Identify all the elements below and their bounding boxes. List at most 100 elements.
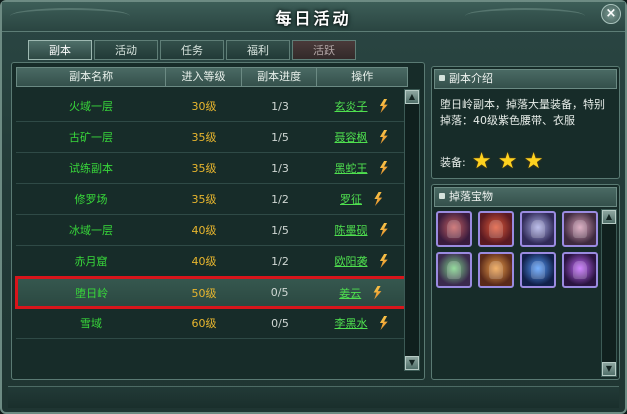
entry-level: 40级: [191, 255, 217, 268]
tab-active[interactable]: 活跃: [292, 40, 356, 60]
drop-header: 掉落宝物: [434, 187, 617, 207]
action-cell: 聂容枫: [318, 129, 408, 145]
belt-icon[interactable]: [478, 252, 514, 288]
dungeon-name: 冰域一层: [69, 224, 113, 237]
dungeon-name: 雪域: [80, 317, 102, 330]
intro-description: 堕日岭副本，掉落大量装备，特别掉落：40级紫色腰带、衣服: [440, 98, 605, 127]
tab-dungeon[interactable]: 副本: [28, 40, 92, 60]
action-cell: 罗征: [318, 191, 408, 207]
npc-link[interactable]: 李黑水: [335, 315, 368, 331]
dungeon-list-panel: 副本名称 进入等级 副本进度 操作 火域一层 30级 1/3 玄炎子 古矿一层 …: [11, 62, 425, 380]
bottom-frame: [8, 386, 619, 408]
dungeon-name: 火域一层: [69, 100, 113, 113]
fly-icon[interactable]: [376, 98, 392, 114]
table-row[interactable]: 冰域一层 40级 1/5 陈墨砚: [16, 215, 408, 246]
npc-link[interactable]: 黑蛇王: [335, 160, 368, 176]
table-row[interactable]: 火域一层 30级 1/3 玄炎子: [16, 91, 408, 122]
star-icon: ★: [497, 149, 518, 174]
tab-bar: 副本 活动 任务 福利 活跃: [28, 40, 356, 60]
tab-activity[interactable]: 活动: [94, 40, 158, 60]
dungeon-rows: 火域一层 30级 1/3 玄炎子 古矿一层 35级 1/5 聂容枫 试练副本 3…: [15, 91, 409, 339]
dungeon-progress: 1/3: [271, 99, 289, 113]
entry-level: 40级: [191, 224, 217, 237]
scroll-down-icon[interactable]: ▼: [602, 362, 616, 376]
drop-item-grid: [436, 211, 598, 288]
table-row[interactable]: 赤月窟 40级 1/2 欧阳袭: [16, 246, 408, 277]
entry-level: 30级: [191, 100, 217, 113]
npc-link[interactable]: 罗征: [340, 191, 362, 207]
action-cell: 陈墨砚: [318, 222, 408, 238]
list-scrollbar[interactable]: ▲ ▼: [404, 89, 420, 371]
drop-title: 掉落宝物: [449, 190, 493, 203]
tab-welfare[interactable]: 福利: [226, 40, 290, 60]
action-cell: 玄炎子: [318, 98, 408, 114]
equip-label: 装备:: [440, 156, 466, 169]
helm-icon[interactable]: [436, 211, 472, 247]
fly-icon[interactable]: [369, 285, 385, 301]
dungeon-name: 赤月窟: [74, 255, 108, 268]
table-row[interactable]: 试练副本 35级 1/3 黑蛇王: [16, 153, 408, 184]
dungeon-progress: 1/2: [271, 192, 289, 206]
boots-icon[interactable]: [436, 252, 472, 288]
fly-icon[interactable]: [376, 160, 392, 176]
fly-icon[interactable]: [370, 191, 386, 207]
equip-rating: 装备: ★ ★ ★: [440, 151, 546, 173]
fly-icon[interactable]: [376, 315, 392, 331]
table-row[interactable]: 古矿一层 35级 1/5 聂容枫: [16, 122, 408, 153]
dungeon-progress: 1/5: [271, 130, 289, 144]
dungeon-name: 古矿一层: [69, 131, 113, 144]
entry-level: 60级: [191, 317, 217, 330]
table-row-selected[interactable]: 堕日岭 50级 0/5 姜云: [15, 276, 409, 309]
npc-link[interactable]: 陈墨砚: [335, 222, 368, 238]
entry-level: 35级: [191, 193, 217, 206]
armor-icon[interactable]: [520, 211, 556, 247]
table-row[interactable]: 修罗场 35级 1/2 罗征: [16, 184, 408, 215]
window-title: 每日活动: [275, 9, 352, 28]
armor-icon[interactable]: [562, 211, 598, 247]
dungeon-name: 堕日岭: [75, 286, 109, 300]
npc-link[interactable]: 聂容枫: [335, 129, 368, 145]
daily-activity-window: 每日活动 × 副本 活动 任务 福利 活跃 副本名称 进入等级 副本进度 操作 …: [0, 0, 627, 414]
scroll-up-icon[interactable]: ▲: [405, 90, 419, 104]
npc-link[interactable]: 欧阳袭: [335, 253, 368, 269]
table-row[interactable]: 雪域 60级 0/5 李黑水: [16, 308, 408, 339]
drop-items-panel: 掉落宝物 ▲ ▼: [431, 184, 620, 380]
dungeon-intro-panel: 副本介绍 堕日岭副本，掉落大量装备，特别掉落：40级紫色腰带、衣服 装备: ★ …: [431, 66, 620, 179]
npc-link[interactable]: 玄炎子: [335, 98, 368, 114]
drop-scrollbar[interactable]: ▲ ▼: [601, 209, 617, 377]
scroll-down-icon[interactable]: ▼: [405, 356, 419, 370]
gem-icon[interactable]: [520, 252, 556, 288]
fly-icon[interactable]: [376, 222, 392, 238]
fly-icon[interactable]: [376, 253, 392, 269]
dungeon-progress: 0/5: [270, 286, 289, 299]
star-icon: ★: [471, 149, 492, 174]
dungeon-name: 修罗场: [74, 193, 108, 206]
tab-quest[interactable]: 任务: [160, 40, 224, 60]
close-icon[interactable]: ×: [601, 4, 621, 24]
intro-header: 副本介绍: [434, 69, 617, 89]
entry-level: 35级: [191, 131, 217, 144]
gem-icon[interactable]: [562, 252, 598, 288]
scroll-up-icon[interactable]: ▲: [602, 210, 616, 224]
npc-link[interactable]: 姜云: [339, 285, 361, 301]
dungeon-progress: 0/5: [271, 316, 289, 330]
dungeon-progress: 1/5: [271, 223, 289, 237]
col-header-action: 操作: [351, 70, 374, 83]
entry-level: 35级: [191, 162, 217, 175]
dungeon-progress: 1/3: [271, 161, 289, 175]
table-header: 副本名称 进入等级 副本进度 操作: [16, 67, 408, 87]
fly-icon[interactable]: [376, 129, 392, 145]
action-cell: 姜云: [317, 285, 407, 301]
col-header-name: 副本名称: [17, 68, 167, 86]
action-cell: 黑蛇王: [318, 160, 408, 176]
title-bar: 每日活动 ×: [2, 2, 625, 32]
dungeon-progress: 1/2: [271, 254, 289, 268]
bullet-icon: [439, 193, 445, 199]
intro-title: 副本介绍: [449, 72, 493, 85]
col-header-progress: 副本进度: [242, 68, 318, 86]
armor-icon[interactable]: [478, 211, 514, 247]
col-header-level: 进入等级: [166, 68, 242, 86]
action-cell: 欧阳袭: [318, 253, 408, 269]
bullet-icon: [439, 75, 445, 81]
action-cell: 李黑水: [318, 315, 408, 331]
